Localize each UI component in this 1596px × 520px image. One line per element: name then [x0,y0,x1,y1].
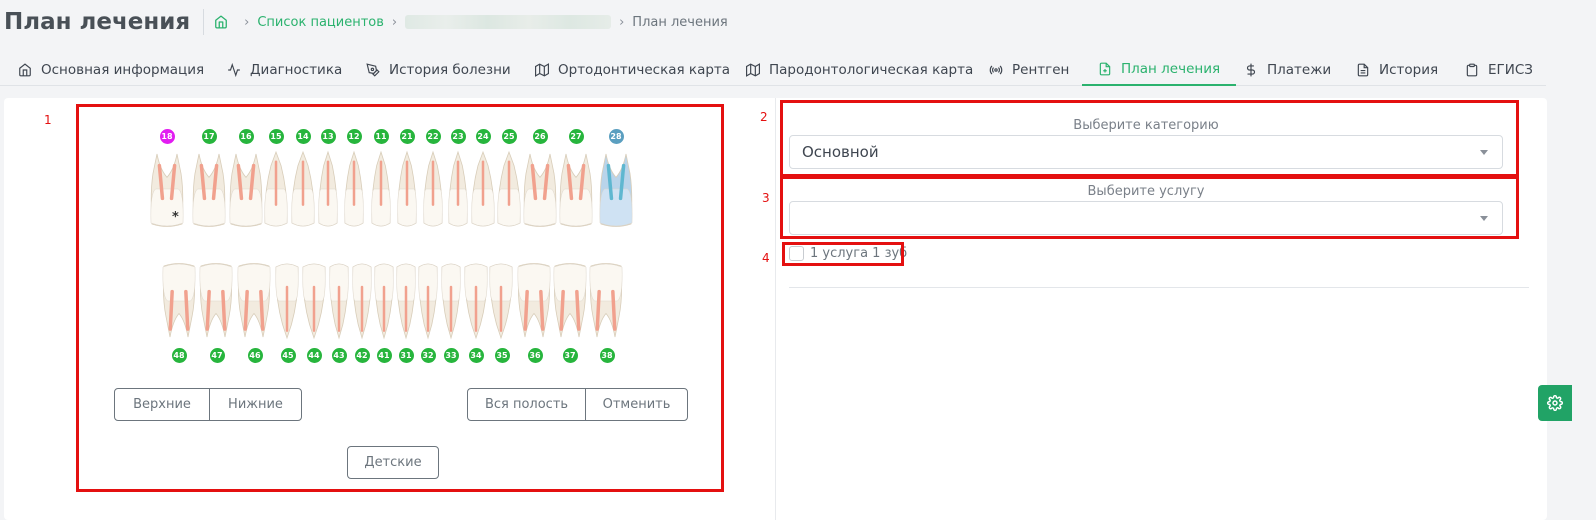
radio-icon [989,65,1003,74]
settings-button[interactable] [1538,385,1572,421]
chevron-right-icon: › [391,14,398,30]
annotation-box-checkbox [782,242,904,266]
tab-main-info[interactable]: Основная информация [18,53,204,86]
breadcrumb-patients-link[interactable]: Список пациентов [257,15,384,30]
tab-label: Основная информация [41,61,205,78]
annotation-label: 2 [760,110,768,124]
annotation-label: 3 [762,191,770,205]
clipboard-icon [1466,63,1478,76]
page-title: План лечения [4,9,191,35]
annotation-label: 1 [44,113,52,127]
page-header: План лечения › Список пациентов › › План… [0,0,1596,44]
pen-tool-icon [366,62,380,77]
map-icon [746,62,760,77]
annotation-label: 4 [762,251,770,265]
breadcrumb-current: План лечения [632,14,728,30]
tab-label: Ортодонтическая карта [558,61,731,78]
tab-periodontal-chart[interactable]: Пародонтологическая карта [746,53,973,86]
tab-label: Пародонтологическая карта [769,61,974,78]
column-divider [775,98,776,520]
tab-payments[interactable]: Платежи [1244,53,1331,86]
tab-label: История [1379,61,1439,78]
tab-label: История болезни [389,61,511,78]
home-icon[interactable] [214,15,228,29]
annotation-box-service [780,176,1519,239]
tab-treatment-plan[interactable]: План лечения [1082,53,1237,86]
tab-label: Платежи [1267,61,1332,78]
tab-label: План лечения [1121,60,1221,77]
dollar-icon [1246,63,1256,76]
tab-diagnostics[interactable]: Диагностика [227,53,342,86]
section-divider [789,287,1529,288]
annotation-box-category [780,100,1519,177]
tab-xray[interactable]: Рентген [989,53,1069,86]
header-separator [203,9,205,35]
home-icon [19,62,31,76]
tab-egisz[interactable]: ЕГИСЗ [1465,53,1533,86]
tab-bar: Основная информация Диагностика История … [0,53,1546,86]
map-icon [535,62,549,77]
tab-label: Диагностика [250,61,343,78]
tab-orthodontic-chart[interactable]: Ортодонтическая карта [535,53,730,86]
file-text-icon [1357,63,1369,76]
chevron-right-icon: › [619,14,625,30]
tab-label: Рентген [1012,61,1070,78]
tab-label: ЕГИСЗ [1488,61,1533,78]
tab-medical-history[interactable]: История болезни [366,53,511,86]
activity-icon [228,62,240,77]
gear-icon [1547,395,1563,411]
file-plus-icon [1099,62,1111,75]
tab-history[interactable]: История [1356,53,1438,86]
chevron-right-icon: › [244,14,250,30]
annotation-box-tooth-chart [76,104,724,492]
breadcrumb: › Список пациентов › › План лечения [214,15,728,30]
breadcrumb-patient-name-redacted[interactable] [405,15,612,29]
